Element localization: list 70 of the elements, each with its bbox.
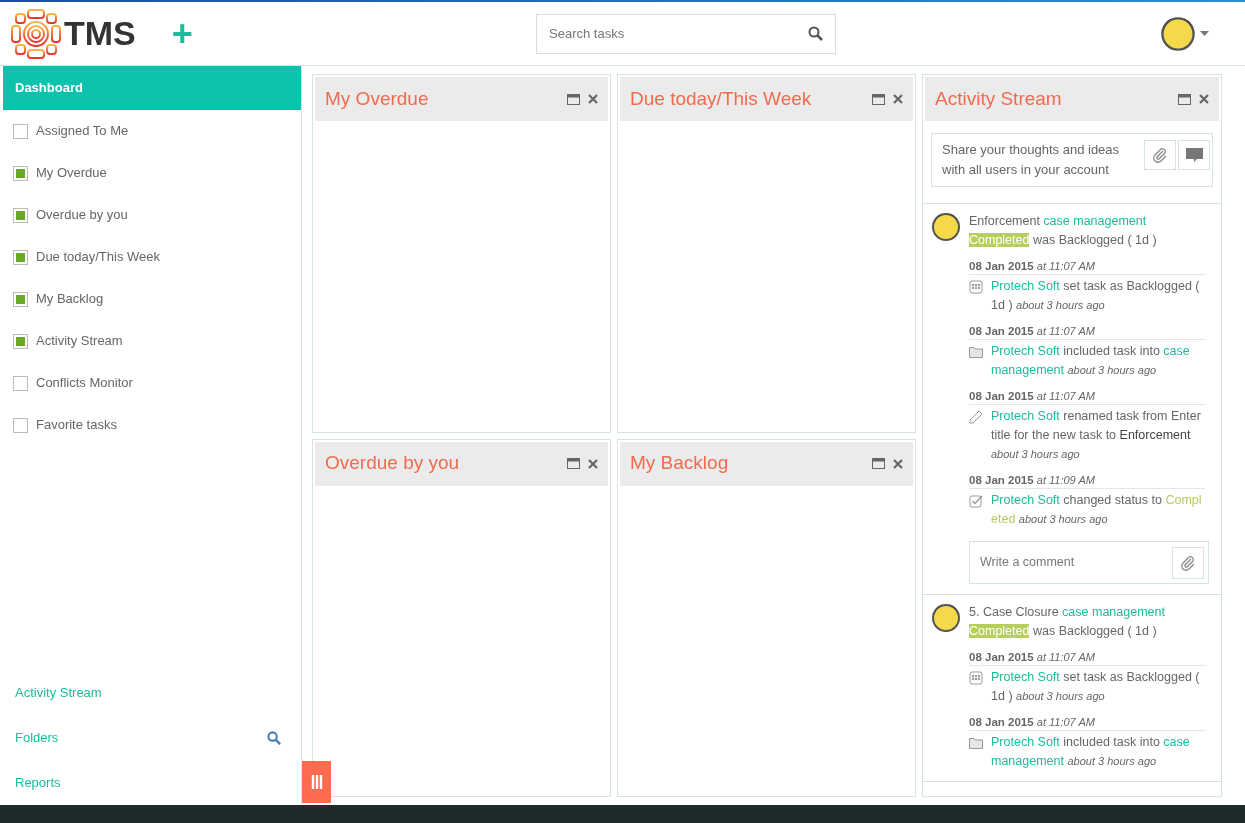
sidebar-item[interactable]: Due today/This Week <box>36 247 161 267</box>
maximize-icon[interactable] <box>567 458 580 469</box>
post-summary: Enforcement case management Completed was Backlogged ( 1d ) <box>969 213 1158 249</box>
event-text: Protech Soft set task as Backlogged ( 1d ) about 3 hours ago <box>991 669 1201 705</box>
event-text: Protech Soft changed status to Completed about 3 hours ago <box>991 492 1203 528</box>
widget-title: Overdue by you <box>325 451 460 476</box>
collapse-handle[interactable] <box>302 761 331 803</box>
share-field[interactable]: Share your thoughts and ideas with all users in your account <box>931 133 1213 187</box>
widget-title: Due today/This Week <box>630 86 812 111</box>
event-date: 08 Jan 2015 at 11:09 AM <box>969 472 1205 489</box>
sidebar-item[interactable]: Overdue by you <box>36 205 128 225</box>
avatar-icon <box>1160 15 1196 52</box>
folder-icon <box>969 346 983 358</box>
sidebar-item[interactable]: Favorite tasks <box>36 415 117 435</box>
speech-bubble-icon <box>1185 147 1203 163</box>
paperclip-icon <box>1180 554 1196 571</box>
attach-button[interactable] <box>1144 140 1176 170</box>
checkbox[interactable] <box>13 375 28 391</box>
event-date: 08 Jan 2015 at 11:07 AM <box>969 649 1205 666</box>
close-icon[interactable] <box>893 458 903 469</box>
event-text: Protech Soft renamed task from Enter title for the new task to Enforcement about 3 hours ago <box>991 408 1202 462</box>
checkbox[interactable] <box>13 249 28 265</box>
checkbox[interactable] <box>13 417 28 433</box>
event-date: 08 Jan 2015 at 11:07 AM <box>969 258 1205 275</box>
close-icon[interactable] <box>893 94 903 104</box>
logo-text: TMS <box>64 13 136 54</box>
attach-button[interactable] <box>1172 546 1204 579</box>
checkbox-icon <box>969 494 983 508</box>
maximize-icon[interactable] <box>872 93 885 105</box>
checkbox[interactable] <box>13 123 28 139</box>
search-icon[interactable] <box>808 26 823 41</box>
pencil-icon <box>969 410 983 424</box>
sidebar-item[interactable]: Conflicts Monitor <box>36 373 133 393</box>
maximize-icon[interactable] <box>1178 93 1191 105</box>
logo-icon <box>10 7 62 60</box>
post-summary: 5. Case Closure case management Completed was Backlogged ( 1d ) <box>969 604 1166 640</box>
sidebar-item[interactable]: Activity Stream <box>36 331 123 351</box>
search-icon[interactable] <box>267 730 281 745</box>
sidebar-item[interactable]: Assigned To Me <box>36 121 129 141</box>
maximize-icon[interactable] <box>567 93 580 105</box>
sidebar-item[interactable]: My Backlog <box>36 289 104 309</box>
columns-icon <box>310 774 323 790</box>
caret-icon[interactable] <box>1200 30 1209 37</box>
event-text: Protech Soft set task as Backlogged ( 1d ) about 3 hours ago <box>991 278 1201 314</box>
event-text: Protech Soft included task into case management about 3 hours ago <box>991 343 1191 379</box>
event-date: 08 Jan 2015 at 11:07 AM <box>969 714 1205 731</box>
sidebar-item[interactable]: My Overdue <box>36 163 107 183</box>
calendar-icon <box>969 280 983 294</box>
widget-title: Activity Stream <box>935 86 1062 111</box>
event-text: Protech Soft included task into case management about 3 hours ago <box>991 734 1191 770</box>
widget-title: My Backlog <box>630 451 729 476</box>
close-icon[interactable] <box>588 94 598 104</box>
close-icon[interactable] <box>1199 94 1209 104</box>
avatar-icon <box>931 212 961 242</box>
search-field[interactable]: Search tasks <box>536 13 836 54</box>
comment-field[interactable]: Write a comment <box>969 541 1209 584</box>
checkbox[interactable] <box>13 207 28 223</box>
close-icon[interactable] <box>588 458 598 469</box>
event-date: 08 Jan 2015 at 11:07 AM <box>969 388 1205 405</box>
avatar-icon <box>931 603 961 633</box>
calendar-icon <box>969 671 983 685</box>
folder-icon <box>969 737 983 749</box>
event-date: 08 Jan 2015 at 11:07 AM <box>969 323 1205 340</box>
checkbox[interactable] <box>13 333 28 349</box>
checkbox[interactable] <box>13 291 28 307</box>
maximize-icon[interactable] <box>872 458 885 469</box>
comment-button[interactable] <box>1178 140 1210 170</box>
checkbox[interactable] <box>13 165 28 181</box>
paperclip-icon <box>1152 147 1168 163</box>
widget-title: My Overdue <box>325 86 429 111</box>
